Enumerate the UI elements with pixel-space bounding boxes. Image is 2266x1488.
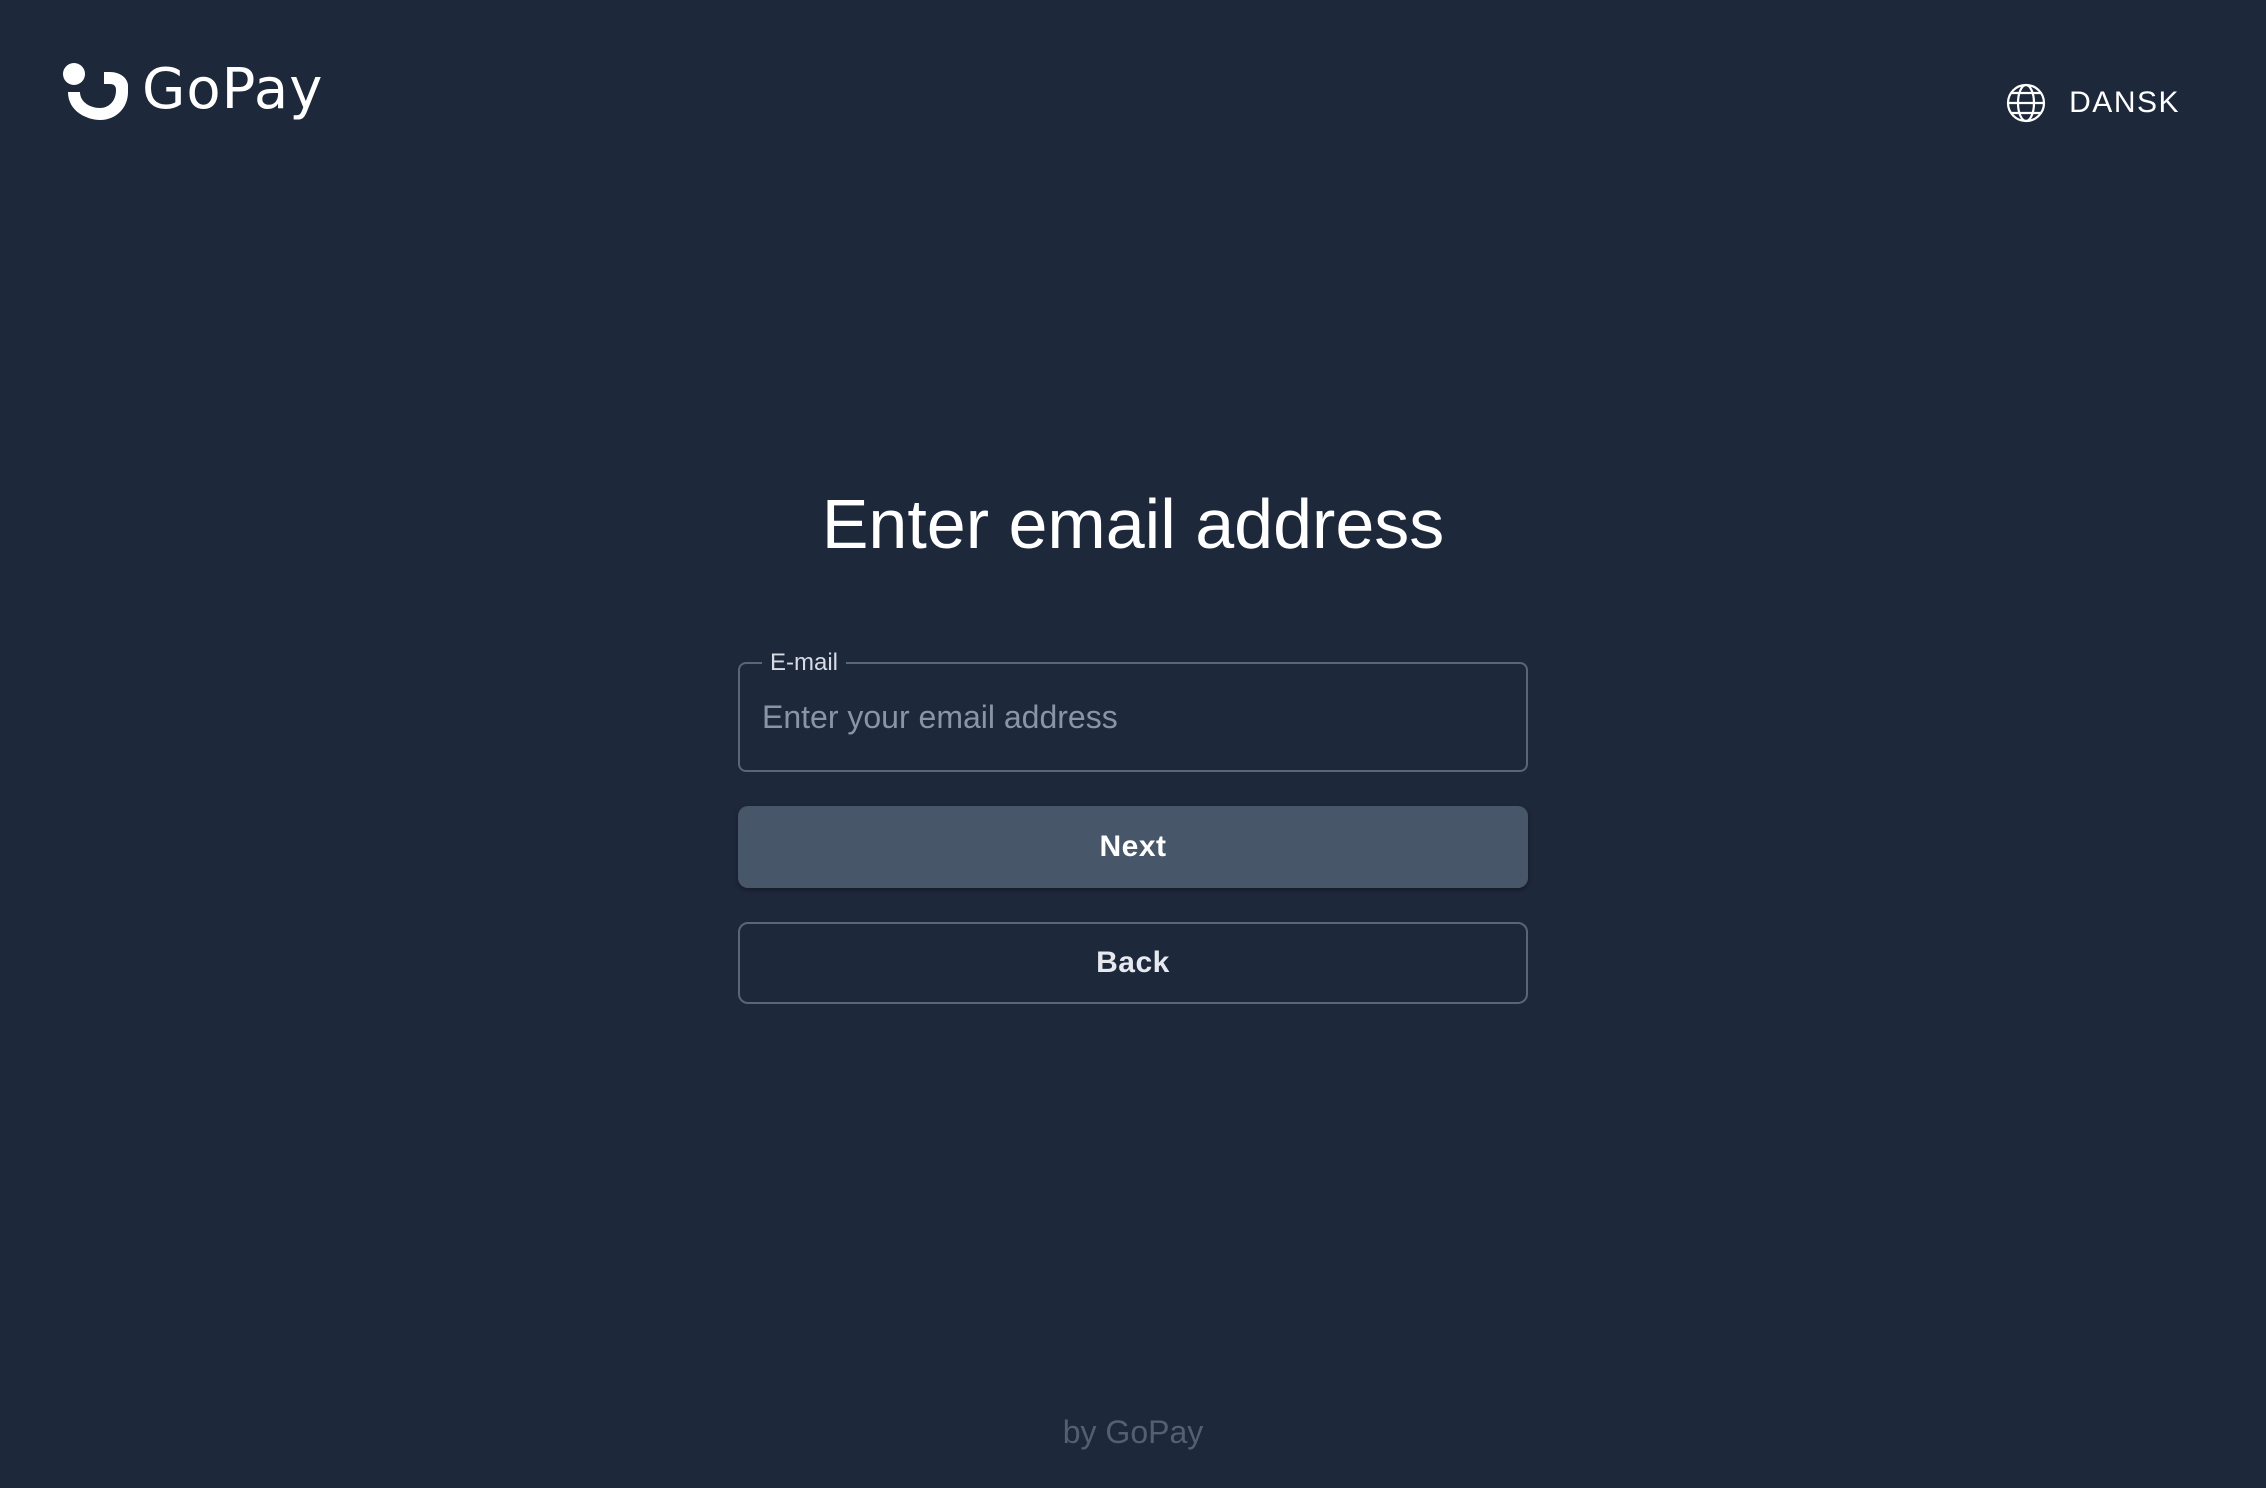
next-button[interactable]: Next xyxy=(738,806,1528,888)
login-page: GoPay DANSK Enter email address E-mail N… xyxy=(0,0,2266,1488)
gopay-logo-icon xyxy=(63,63,128,120)
email-input[interactable] xyxy=(740,664,1526,770)
language-selector[interactable]: DANSK xyxy=(2005,80,2180,126)
footer-by-gopay: by GoPay xyxy=(1062,1414,1204,1450)
page-title: Enter email address xyxy=(821,485,1445,563)
gopay-logo[interactable]: GoPay xyxy=(62,60,323,124)
back-button[interactable]: Back xyxy=(738,922,1528,1004)
email-field: E-mail xyxy=(738,648,1528,772)
globe-icon xyxy=(2007,83,2046,123)
language-label: DANSK xyxy=(2069,86,2180,119)
logo-text: GoPay xyxy=(142,57,324,122)
